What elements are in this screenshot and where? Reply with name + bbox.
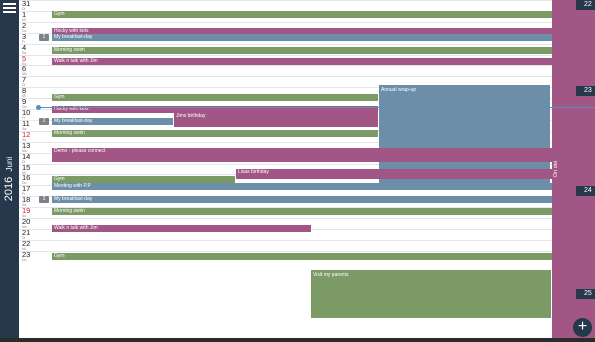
event-item[interactable]: Walk n talk with Jim (52, 224, 311, 232)
bottom-bar (0, 338, 595, 342)
event-item[interactable]: Gym (52, 94, 378, 102)
event-item[interactable]: Visit my parents (311, 270, 551, 318)
month-label: Juni (5, 156, 14, 172)
event-item[interactable]: My breakfast-day (52, 117, 173, 125)
current-time-line (39, 107, 595, 108)
event-item[interactable]: Gym (52, 11, 552, 19)
event-item[interactable]: Walk n talk with Jim (52, 58, 552, 66)
current-time-marker (35, 104, 41, 110)
event-item[interactable]: Demo - please connect (52, 148, 552, 163)
day-row[interactable]: 6 Mo (19, 65, 552, 76)
event-item[interactable]: Gym (52, 253, 552, 261)
on-duty-label: On dei (553, 160, 559, 178)
year-label: 2016 (3, 176, 15, 202)
event-item[interactable]: Morning swim (52, 129, 378, 137)
event-item[interactable]: My breakfast-day (52, 196, 552, 204)
occurrence-count-badge: 2 (39, 117, 49, 125)
event-item[interactable]: Jims birthday (174, 112, 378, 127)
menu-icon[interactable] (2, 1, 17, 16)
event-item[interactable]: My breakfast-day (52, 34, 552, 42)
day-row[interactable]: 31 Di (19, 0, 552, 11)
week-number-24: 24 (584, 187, 592, 194)
week-number-23: 23 (584, 87, 592, 94)
calendar-grid: 31 Di 1 Mi 2 Do 3 Fr 4 Sa 5 So 6 Mo 7 Di 8 Mi 9 Do 10 Fr 11 Sa 1… (19, 0, 552, 342)
occurrence-count-badge: 3 (39, 196, 49, 204)
event-item[interactable]: Morning swim (52, 46, 552, 54)
event-item[interactable]: Morning swim (52, 207, 552, 215)
week-number-25: 25 (584, 290, 592, 297)
event-item[interactable]: Lisas birthday (236, 169, 552, 180)
left-sidebar: 2016 Juni (0, 0, 19, 342)
add-event-button[interactable]: + (573, 318, 592, 337)
week-number-22: 22 (584, 1, 592, 8)
month-year-label: 2016 Juni (3, 147, 17, 211)
occurrence-count-badge: 2 (39, 34, 49, 42)
event-item[interactable]: Meeting with P.P (52, 182, 552, 190)
weekday-label: Do (22, 257, 27, 262)
day-row[interactable]: 22 Mi (19, 239, 552, 251)
